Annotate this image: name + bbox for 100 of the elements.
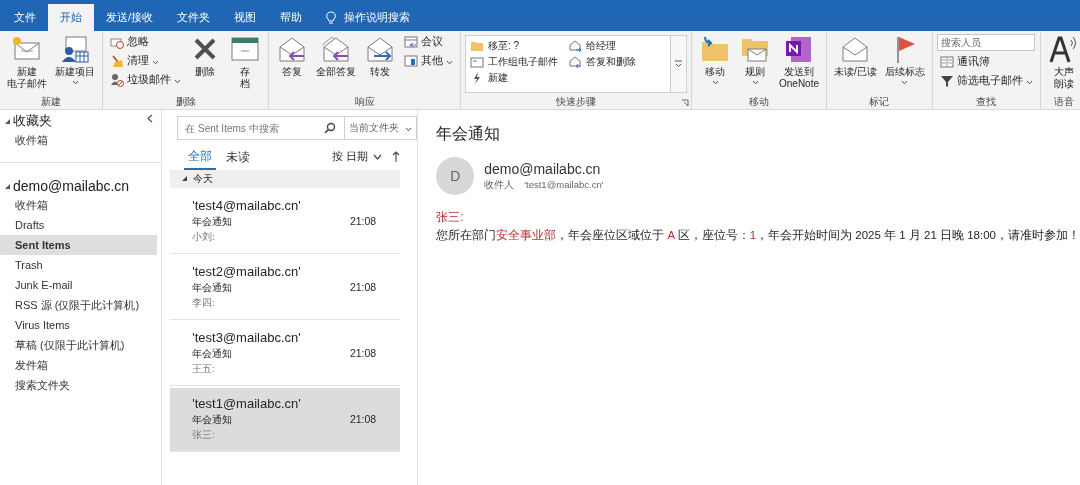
ribbon-button[interactable]: 存 档 — [226, 33, 264, 91]
message-body: 您所在部门安全事业部，年会座位区域位于 A 区，座位号：1，年会开始时间为 2025 年 1 月 21 日晚 18:00，请准时参加！ — [436, 228, 1080, 243]
envelope-arrow-icon — [568, 39, 582, 53]
message-time: 21:08 — [349, 215, 377, 229]
envelope-arrow-icon — [568, 55, 582, 69]
group-label: 查找 — [976, 94, 997, 109]
quick-step-item[interactable]: 答复和删除 — [568, 54, 666, 70]
chevron-down-icon — [373, 154, 383, 160]
message-subject: 年会通知 — [192, 413, 233, 427]
folder-item[interactable]: 草稿 (仅限于此计算机) — [0, 335, 158, 355]
message-item[interactable]: 'test2@mailabc.cn' 年会通知 21:08 李四: — [170, 256, 401, 320]
message-item[interactable]: 'test4@mailabc.cn' 年会通知 21:08 小刘: — [170, 190, 401, 254]
ribbon-button[interactable]: 发送到 OneNote — [776, 33, 823, 91]
ribbon-button[interactable]: 后续标志 — [881, 33, 928, 86]
group-label: 快速步骤 — [556, 94, 596, 109]
message-item[interactable]: 'test3@mailabc.cn' 年会通知 21:08 王五: — [170, 322, 401, 386]
ribbon-tab[interactable]: 帮助 — [268, 4, 315, 31]
folder-arrow-icon — [699, 34, 731, 64]
folder-item[interactable]: 发件箱 — [0, 355, 158, 375]
folder-item[interactable]: Sent Items — [0, 235, 158, 255]
ribbon-tab[interactable]: 开始 — [48, 4, 94, 31]
person-block-icon — [110, 73, 124, 87]
ribbon-tab[interactable]: 视图 — [222, 4, 269, 31]
ribbon-button[interactable]: 其他 — [401, 53, 456, 69]
search-field[interactable]: 在 Sent Items 中搜索 — [185, 122, 325, 134]
sort-button[interactable]: 按 日期 — [332, 150, 383, 164]
chevron-down-icon — [674, 60, 683, 68]
folder-item[interactable]: Junk E-mail — [0, 275, 158, 295]
group-label: 语音 — [1053, 94, 1074, 109]
account-title[interactable]: demo@mailabc.cn — [13, 178, 130, 194]
chevron-left-icon — [147, 114, 154, 123]
envelope-icon — [470, 55, 484, 69]
recipient-label: 收件人 — [484, 178, 515, 192]
group-label: 标记 — [869, 94, 890, 109]
ribbon-button[interactable]: 规则 — [736, 33, 774, 86]
book-icon — [939, 55, 954, 69]
ribbon-tab[interactable]: 文件 — [2, 4, 48, 31]
account-title[interactable]: 收藏夹 — [13, 112, 52, 130]
folder-item[interactable]: 收件箱 — [0, 130, 158, 150]
dialog-launcher-button[interactable] — [681, 99, 689, 107]
ribbon-button[interactable]: 会议 — [401, 34, 456, 50]
quick-step-item[interactable]: 工作组电子邮件 — [470, 54, 568, 70]
quick-step-item[interactable]: 给经理 — [568, 38, 666, 54]
window-icon — [404, 54, 418, 68]
ribbon-tab[interactable]: 文件夹 — [165, 4, 223, 31]
ribbon-button[interactable]: 通讯簿 — [936, 54, 1036, 70]
group-label: 新建 — [41, 94, 61, 109]
sender-name: 'test1@mailabc.cn' — [192, 396, 302, 411]
funnel-icon — [939, 74, 954, 88]
group-header[interactable]: 今天 — [170, 170, 401, 188]
folder-item[interactable]: RSS 源 (仅限于此计算机) — [0, 295, 158, 315]
message-subject: 年会通知 — [192, 281, 233, 295]
sender-name: 'test4@mailabc.cn' — [192, 198, 302, 213]
folder-item[interactable]: Trash — [0, 255, 158, 275]
ribbon-button[interactable]: 清理 — [107, 53, 184, 69]
ribbon-button[interactable]: 新建 电子邮件 — [4, 33, 50, 91]
folder-item[interactable]: 收件箱 — [0, 195, 158, 215]
scope-dropdown[interactable]: 当前文件夹 — [345, 117, 417, 139]
folder-item[interactable]: 搜索文件夹 — [0, 375, 158, 395]
folder-icon — [470, 39, 484, 53]
ribbon-button[interactable]: 新建项目 — [52, 33, 98, 86]
filter-tab[interactable]: 未读 — [222, 145, 255, 169]
sort-direction-button[interactable] — [392, 151, 401, 163]
calendar-icon — [404, 35, 418, 49]
search-people-field[interactable]: 搜索人员 — [936, 34, 1035, 51]
ribbon-button[interactable]: 筛选电子邮件 — [936, 73, 1036, 89]
quick-step-item[interactable]: 新建 — [470, 70, 568, 86]
message-time: 21:08 — [349, 347, 377, 361]
ribbon-button[interactable]: 全部答复 — [313, 33, 359, 79]
collapse-pane-button[interactable] — [147, 114, 154, 123]
group-label: 删除 — [175, 94, 196, 109]
message-subject: 年会通知 — [192, 347, 233, 361]
tell-me-search[interactable]: 操作说明搜索 — [314, 4, 423, 31]
ribbon-button[interactable]: 垃圾邮件 — [107, 72, 184, 88]
ribbon-button[interactable]: 删除 — [186, 33, 224, 79]
ribbon-button[interactable]: 忽略 — [107, 34, 184, 50]
ribbon-button[interactable]: 移动 — [696, 33, 734, 86]
envelope-clock-icon — [110, 35, 124, 49]
sender-address: demo@mailabc.cn — [484, 160, 602, 177]
message-subject: 年会通知 — [192, 215, 233, 229]
up-arrow-icon — [392, 151, 401, 163]
message-preview: 李四: — [192, 297, 216, 310]
greeting-text: 张三: — [436, 209, 465, 226]
message-item[interactable]: 'test1@mailabc.cn' 年会通知 21:08 张三: — [170, 388, 401, 452]
search-box[interactable]: 在 Sent Items 中搜索 当前文件夹 — [177, 116, 418, 140]
ribbon-button[interactable]: 答复 — [273, 33, 311, 79]
search-icon — [324, 122, 337, 134]
recipient-address: 'test1@mailabc.cn' — [524, 178, 604, 192]
sender-name: 'test3@mailabc.cn' — [192, 330, 302, 345]
ribbon-button[interactable]: 大声 朗读 — [1044, 33, 1080, 91]
group-label: 响应 — [354, 94, 375, 109]
folder-item[interactable]: Drafts — [0, 215, 158, 235]
quick-step-item[interactable]: 移至: ? — [470, 38, 568, 54]
message-preview: 王五: — [192, 363, 216, 376]
ribbon-tab[interactable]: 发送/接收 — [94, 4, 166, 31]
message-preview: 小刘: — [192, 231, 216, 244]
folder-item[interactable]: Virus Items — [0, 315, 158, 335]
ribbon-button[interactable]: 未读/已读 — [831, 33, 880, 79]
group-label: 移动 — [749, 94, 769, 109]
ribbon-button[interactable]: 转发 — [361, 33, 399, 79]
